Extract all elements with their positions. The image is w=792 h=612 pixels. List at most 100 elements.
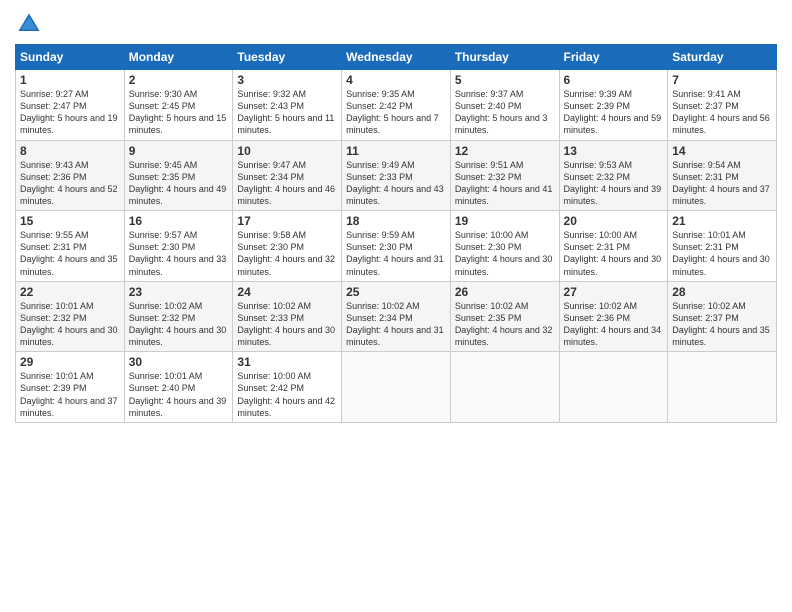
day-number: 4 [346,73,446,87]
day-number: 3 [237,73,337,87]
day-number: 24 [237,285,337,299]
day-detail: Sunrise: 10:02 AM Sunset: 2:33 PM Daylig… [237,300,337,349]
day-detail: Sunrise: 9:43 AM Sunset: 2:36 PM Dayligh… [20,159,120,208]
day-detail: Sunrise: 9:45 AM Sunset: 2:35 PM Dayligh… [129,159,229,208]
day-number: 11 [346,144,446,158]
logo [15,10,47,38]
col-monday: Monday [124,45,233,70]
calendar-cell: 18Sunrise: 9:59 AM Sunset: 2:30 PM Dayli… [342,211,451,282]
calendar-cell: 17Sunrise: 9:58 AM Sunset: 2:30 PM Dayli… [233,211,342,282]
day-detail: Sunrise: 9:47 AM Sunset: 2:34 PM Dayligh… [237,159,337,208]
day-detail: Sunrise: 9:32 AM Sunset: 2:43 PM Dayligh… [237,88,337,137]
day-detail: Sunrise: 9:55 AM Sunset: 2:31 PM Dayligh… [20,229,120,278]
day-number: 6 [564,73,664,87]
calendar-week-row: 1Sunrise: 9:27 AM Sunset: 2:47 PM Daylig… [16,70,777,141]
day-detail: Sunrise: 9:41 AM Sunset: 2:37 PM Dayligh… [672,88,772,137]
day-detail: Sunrise: 9:54 AM Sunset: 2:31 PM Dayligh… [672,159,772,208]
page-container: Sunday Monday Tuesday Wednesday Thursday… [0,0,792,433]
calendar-cell [342,352,451,423]
calendar-cell: 15Sunrise: 9:55 AM Sunset: 2:31 PM Dayli… [16,211,125,282]
calendar-cell: 23Sunrise: 10:02 AM Sunset: 2:32 PM Dayl… [124,281,233,352]
calendar-cell: 24Sunrise: 10:02 AM Sunset: 2:33 PM Dayl… [233,281,342,352]
calendar-cell: 20Sunrise: 10:00 AM Sunset: 2:31 PM Dayl… [559,211,668,282]
day-detail: Sunrise: 10:02 AM Sunset: 2:36 PM Daylig… [564,300,664,349]
day-number: 10 [237,144,337,158]
calendar-cell: 5Sunrise: 9:37 AM Sunset: 2:40 PM Daylig… [450,70,559,141]
day-detail: Sunrise: 10:02 AM Sunset: 2:35 PM Daylig… [455,300,555,349]
day-number: 15 [20,214,120,228]
day-detail: Sunrise: 9:57 AM Sunset: 2:30 PM Dayligh… [129,229,229,278]
day-number: 22 [20,285,120,299]
calendar-cell: 11Sunrise: 9:49 AM Sunset: 2:33 PM Dayli… [342,140,451,211]
day-number: 26 [455,285,555,299]
calendar-cell: 29Sunrise: 10:01 AM Sunset: 2:39 PM Dayl… [16,352,125,423]
calendar-cell: 30Sunrise: 10:01 AM Sunset: 2:40 PM Dayl… [124,352,233,423]
day-number: 23 [129,285,229,299]
col-wednesday: Wednesday [342,45,451,70]
calendar-cell: 26Sunrise: 10:02 AM Sunset: 2:35 PM Dayl… [450,281,559,352]
day-number: 13 [564,144,664,158]
calendar-header-row: Sunday Monday Tuesday Wednesday Thursday… [16,45,777,70]
day-detail: Sunrise: 10:02 AM Sunset: 2:32 PM Daylig… [129,300,229,349]
day-detail: Sunrise: 9:59 AM Sunset: 2:30 PM Dayligh… [346,229,446,278]
calendar-cell: 19Sunrise: 10:00 AM Sunset: 2:30 PM Dayl… [450,211,559,282]
calendar-table: Sunday Monday Tuesday Wednesday Thursday… [15,44,777,423]
day-number: 28 [672,285,772,299]
day-number: 12 [455,144,555,158]
day-detail: Sunrise: 9:53 AM Sunset: 2:32 PM Dayligh… [564,159,664,208]
calendar-cell: 8Sunrise: 9:43 AM Sunset: 2:36 PM Daylig… [16,140,125,211]
day-detail: Sunrise: 9:51 AM Sunset: 2:32 PM Dayligh… [455,159,555,208]
day-number: 9 [129,144,229,158]
day-detail: Sunrise: 10:01 AM Sunset: 2:39 PM Daylig… [20,370,120,419]
day-detail: Sunrise: 10:00 AM Sunset: 2:31 PM Daylig… [564,229,664,278]
calendar-week-row: 22Sunrise: 10:01 AM Sunset: 2:32 PM Dayl… [16,281,777,352]
day-detail: Sunrise: 9:27 AM Sunset: 2:47 PM Dayligh… [20,88,120,137]
day-detail: Sunrise: 10:00 AM Sunset: 2:30 PM Daylig… [455,229,555,278]
day-detail: Sunrise: 9:58 AM Sunset: 2:30 PM Dayligh… [237,229,337,278]
calendar-cell: 28Sunrise: 10:02 AM Sunset: 2:37 PM Dayl… [668,281,777,352]
calendar-cell: 13Sunrise: 9:53 AM Sunset: 2:32 PM Dayli… [559,140,668,211]
calendar-cell: 16Sunrise: 9:57 AM Sunset: 2:30 PM Dayli… [124,211,233,282]
calendar-cell: 3Sunrise: 9:32 AM Sunset: 2:43 PM Daylig… [233,70,342,141]
calendar-cell: 21Sunrise: 10:01 AM Sunset: 2:31 PM Dayl… [668,211,777,282]
calendar-cell: 4Sunrise: 9:35 AM Sunset: 2:42 PM Daylig… [342,70,451,141]
col-tuesday: Tuesday [233,45,342,70]
day-number: 18 [346,214,446,228]
calendar-cell: 1Sunrise: 9:27 AM Sunset: 2:47 PM Daylig… [16,70,125,141]
day-number: 31 [237,355,337,369]
day-number: 25 [346,285,446,299]
calendar-cell: 22Sunrise: 10:01 AM Sunset: 2:32 PM Dayl… [16,281,125,352]
day-number: 20 [564,214,664,228]
day-number: 8 [20,144,120,158]
day-number: 21 [672,214,772,228]
calendar-cell: 27Sunrise: 10:02 AM Sunset: 2:36 PM Dayl… [559,281,668,352]
day-detail: Sunrise: 10:02 AM Sunset: 2:37 PM Daylig… [672,300,772,349]
calendar-week-row: 15Sunrise: 9:55 AM Sunset: 2:31 PM Dayli… [16,211,777,282]
day-number: 5 [455,73,555,87]
day-number: 16 [129,214,229,228]
header-row [15,10,777,38]
day-detail: Sunrise: 9:35 AM Sunset: 2:42 PM Dayligh… [346,88,446,137]
calendar-cell: 10Sunrise: 9:47 AM Sunset: 2:34 PM Dayli… [233,140,342,211]
calendar-week-row: 8Sunrise: 9:43 AM Sunset: 2:36 PM Daylig… [16,140,777,211]
logo-icon [15,10,43,38]
day-number: 30 [129,355,229,369]
calendar-cell: 25Sunrise: 10:02 AM Sunset: 2:34 PM Dayl… [342,281,451,352]
day-number: 19 [455,214,555,228]
day-number: 14 [672,144,772,158]
day-number: 1 [20,73,120,87]
calendar-cell [450,352,559,423]
day-number: 17 [237,214,337,228]
day-detail: Sunrise: 9:37 AM Sunset: 2:40 PM Dayligh… [455,88,555,137]
day-detail: Sunrise: 10:02 AM Sunset: 2:34 PM Daylig… [346,300,446,349]
col-thursday: Thursday [450,45,559,70]
calendar-cell [668,352,777,423]
calendar-cell [559,352,668,423]
calendar-cell: 9Sunrise: 9:45 AM Sunset: 2:35 PM Daylig… [124,140,233,211]
calendar-week-row: 29Sunrise: 10:01 AM Sunset: 2:39 PM Dayl… [16,352,777,423]
day-number: 29 [20,355,120,369]
col-friday: Friday [559,45,668,70]
day-detail: Sunrise: 10:01 AM Sunset: 2:31 PM Daylig… [672,229,772,278]
day-number: 7 [672,73,772,87]
day-detail: Sunrise: 10:00 AM Sunset: 2:42 PM Daylig… [237,370,337,419]
